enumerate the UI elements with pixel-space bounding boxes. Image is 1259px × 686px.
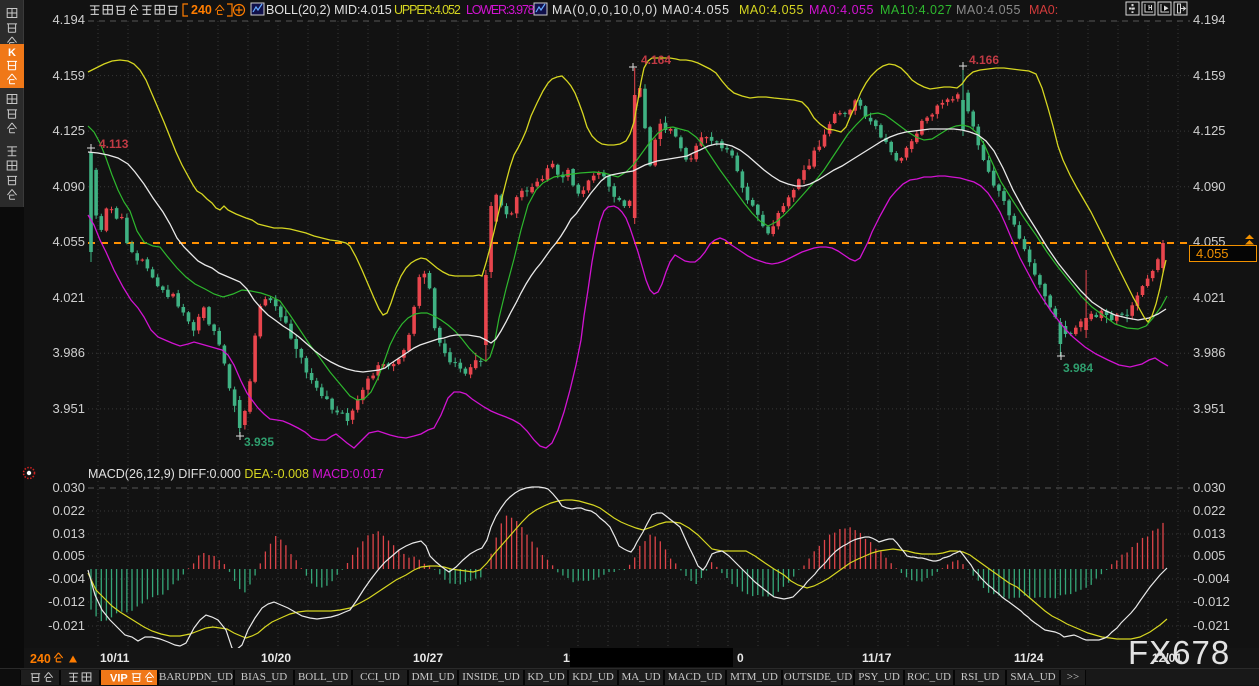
svg-text:240: 240 [191,3,212,17]
svg-text:K: K [8,47,16,59]
svg-text:VIP: VIP [110,673,128,685]
svg-text:240: 240 [30,652,51,666]
